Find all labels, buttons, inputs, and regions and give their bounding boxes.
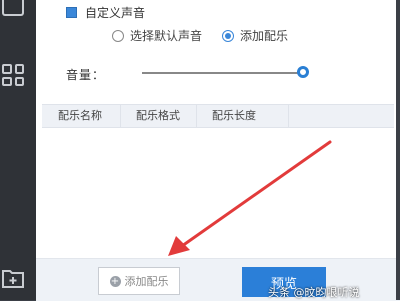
- watermark: 头条 @旼昀哏听说: [268, 286, 360, 299]
- annotation-arrow: [168, 140, 332, 256]
